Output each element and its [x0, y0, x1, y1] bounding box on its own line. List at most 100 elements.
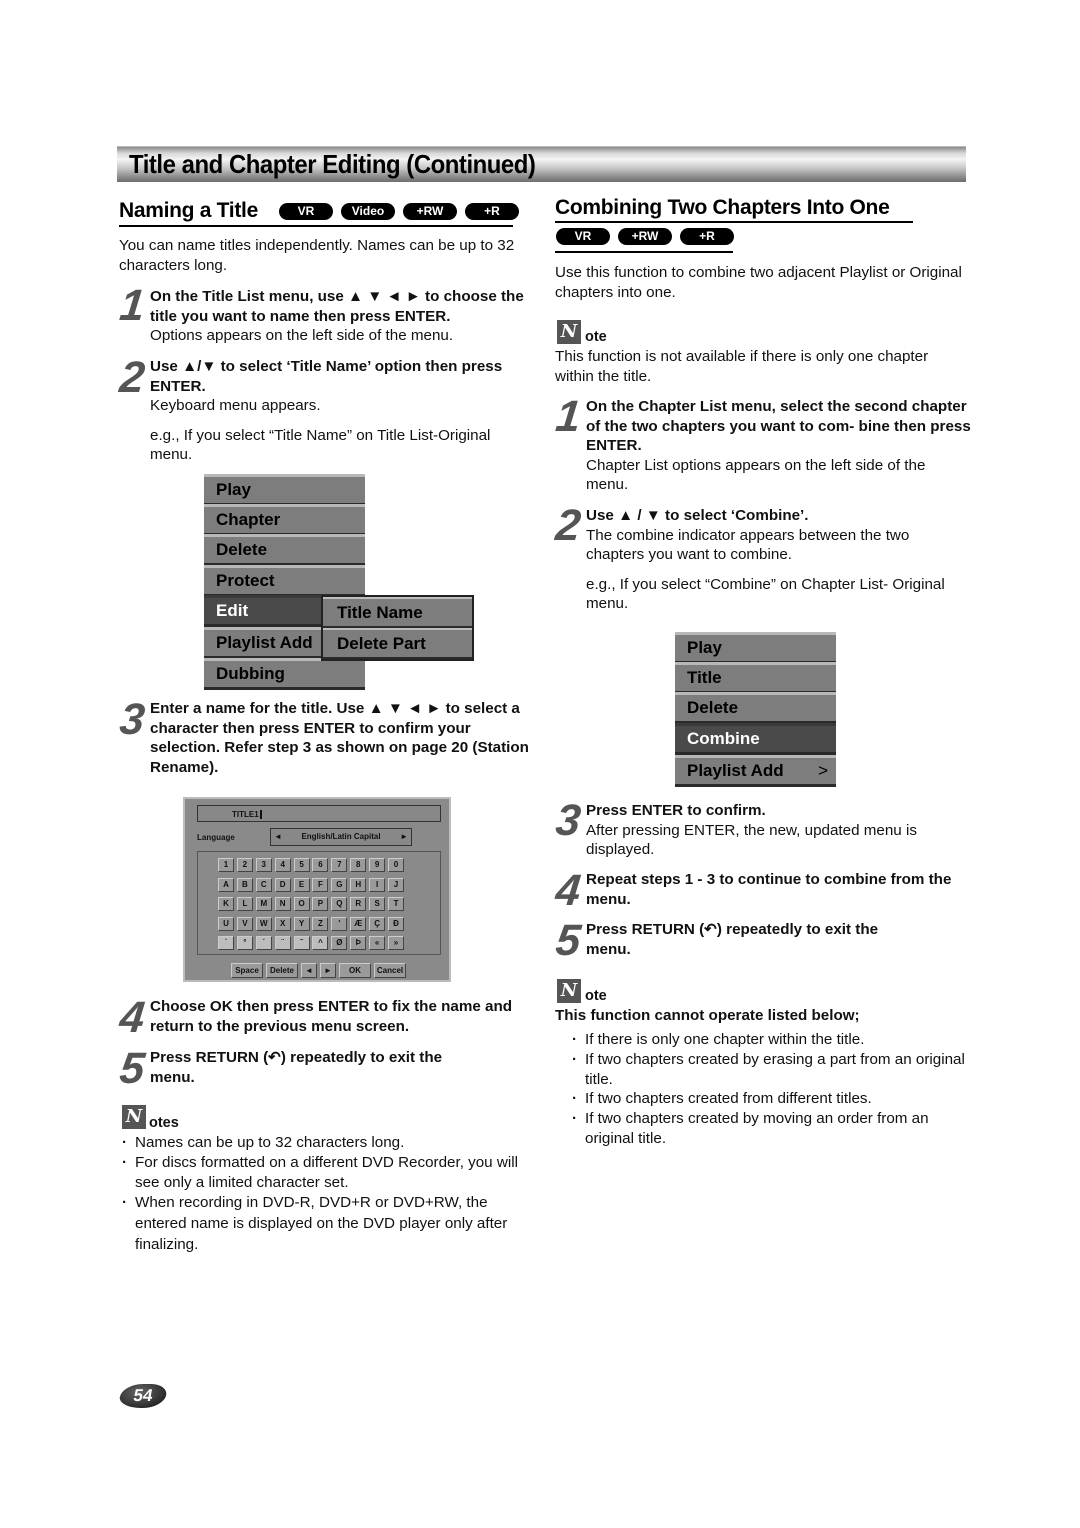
- keyboard-key[interactable]: L: [236, 897, 253, 911]
- menu-item-play[interactable]: Play: [675, 632, 836, 664]
- keyboard-key[interactable]: 5: [293, 858, 310, 872]
- menu-item-playlist-add[interactable]: Playlist Add >: [675, 755, 836, 787]
- keyboard-key[interactable]: U: [218, 916, 234, 931]
- submenu-item-title-name[interactable]: Title Name: [323, 597, 472, 628]
- text-cursor: ​: [259, 810, 262, 819]
- menu-item-title[interactable]: Title: [675, 662, 836, 694]
- keyboard-key[interactable]: ´: [255, 936, 272, 950]
- step-instruction: Press ENTER to confirm.: [586, 802, 766, 819]
- note-item: For discs formatted on a different DVD R…: [120, 1153, 535, 1193]
- step-3: Enter a name for the title. Use ▲ ▼ ◄ ► …: [150, 700, 529, 776]
- keyboard-row: KLMNOPQRST: [218, 897, 407, 911]
- left-arrow-icon[interactable]: ◄: [274, 829, 282, 845]
- keyboard-key[interactable]: W: [255, 916, 272, 931]
- cursor-right-button[interactable]: ►: [320, 963, 336, 978]
- keyboard-key[interactable]: M: [255, 897, 272, 911]
- keyboard-key[interactable]: 1: [218, 858, 234, 872]
- menu-item-combine[interactable]: Combine: [675, 723, 836, 755]
- keyboard-key[interactable]: ¨: [274, 936, 291, 950]
- right-arrow-icon[interactable]: ►: [400, 829, 408, 845]
- title-name-value: TITLE1: [232, 810, 259, 819]
- keyboard-key[interactable]: G: [331, 877, 348, 892]
- menu-item-dubbing[interactable]: Dubbing: [204, 658, 365, 690]
- keyboard-key[interactable]: 9: [369, 858, 386, 872]
- submenu-item-delete-part[interactable]: Delete Part: [323, 628, 472, 659]
- keyboard-key[interactable]: H: [350, 877, 367, 892]
- menu-item-play[interactable]: Play: [204, 474, 365, 506]
- language-selector[interactable]: ◄ English/Latin Capital ►: [270, 828, 412, 846]
- keyboard-key[interactable]: Ð: [388, 916, 405, 931]
- keyboard-key[interactable]: Æ: [350, 916, 367, 931]
- keyboard-key[interactable]: S: [369, 897, 386, 911]
- delete-button[interactable]: Delete: [266, 963, 298, 978]
- language-label: Language: [197, 833, 235, 842]
- keyboard-key[interactable]: ': [331, 916, 348, 931]
- step-number: 5: [117, 1044, 148, 1093]
- keyboard-key[interactable]: E: [293, 877, 310, 892]
- keyboard-key[interactable]: °: [236, 936, 253, 950]
- keyboard-key[interactable]: «: [369, 936, 386, 950]
- title-name-field[interactable]: TITLE1​: [197, 805, 441, 822]
- keyboard-key[interactable]: Ø: [331, 936, 348, 950]
- keyboard-key[interactable]: P: [312, 897, 329, 911]
- keyboard-key[interactable]: X: [274, 916, 291, 931]
- keyboard-key[interactable]: ^: [312, 936, 329, 950]
- badge-rule: [555, 251, 733, 253]
- keyboard-key[interactable]: R: [350, 897, 367, 911]
- keyboard-key[interactable]: 8: [350, 858, 367, 872]
- keyboard-key[interactable]: D: [274, 877, 291, 892]
- keyboard-key[interactable]: Z: [312, 916, 329, 931]
- step-number: 5: [553, 916, 584, 965]
- step-instruction: Use ▲ / ▼ to select ‘Combine’.: [586, 507, 809, 524]
- edit-submenu: Title Name Delete Part: [321, 595, 474, 661]
- keyboard-key[interactable]: 7: [331, 858, 348, 872]
- step-detail: The combine indicator appears between th…: [586, 526, 910, 564]
- keyboard-key[interactable]: 4: [274, 858, 291, 872]
- keyboard-menu: TITLE1​ Language ◄ English/Latin Capital…: [183, 797, 451, 982]
- keyboard-key[interactable]: V: [236, 916, 253, 931]
- keyboard-key[interactable]: K: [218, 897, 234, 911]
- keyboard-key[interactable]: 0: [388, 858, 405, 872]
- menu-item-delete[interactable]: Delete: [204, 534, 365, 566]
- menu-item-delete[interactable]: Delete: [675, 692, 836, 724]
- keyboard-key[interactable]: I: [369, 877, 386, 892]
- keyboard-key[interactable]: `: [218, 936, 234, 950]
- note-item: Names can be up to 32 characters long.: [120, 1133, 535, 1153]
- keyboard-key[interactable]: A: [218, 877, 234, 892]
- keyboard-key[interactable]: 2: [236, 858, 253, 872]
- keyboard-key[interactable]: 3: [255, 858, 272, 872]
- cursor-left-button[interactable]: ◄: [301, 963, 317, 978]
- menu-item-chapter[interactable]: Chapter: [204, 504, 365, 536]
- keyboard-key[interactable]: J: [388, 877, 405, 892]
- space-button[interactable]: Space: [231, 963, 263, 978]
- keyboard-key[interactable]: Þ: [350, 936, 367, 950]
- keyboard-key[interactable]: Ç: [369, 916, 386, 931]
- badge-vr: VR: [556, 228, 610, 245]
- step-instruction: Use ▲/▼ to select ‘Title Name’ option th…: [150, 358, 503, 395]
- page-header-bar: Title and Chapter Editing (Continued): [117, 146, 966, 182]
- ok-button[interactable]: OK: [339, 963, 371, 978]
- keyboard-key[interactable]: C: [255, 877, 272, 892]
- step-number: 4: [553, 866, 584, 915]
- keyboard-key[interactable]: »: [388, 936, 405, 950]
- keyboard-key[interactable]: N: [274, 897, 291, 911]
- step-2: Use ▲/▼ to select ‘Title Name’ option th…: [150, 357, 535, 465]
- keyboard-key[interactable]: B: [236, 877, 253, 892]
- note-label: ote: [585, 988, 607, 1004]
- keyboard-key[interactable]: Q: [331, 897, 348, 911]
- menu-item-protect[interactable]: Protect: [204, 565, 365, 597]
- keyboard-key[interactable]: 6: [312, 858, 329, 872]
- note-label: ote: [585, 329, 607, 345]
- cancel-button[interactable]: Cancel: [374, 963, 406, 978]
- keyboard-key[interactable]: O: [293, 897, 310, 911]
- keyboard-key[interactable]: T: [388, 897, 405, 911]
- note-item: If there is only one chapter within the …: [570, 1030, 970, 1050]
- keyboard-row: 1234567890: [218, 858, 407, 872]
- keyboard-key[interactable]: F: [312, 877, 329, 892]
- keyboard-buttons: Space Delete ◄ ► OK Cancel: [231, 963, 409, 978]
- section-rule: [119, 225, 513, 227]
- keyboard-key[interactable]: ˜: [293, 936, 310, 950]
- keyboard-key[interactable]: Y: [293, 916, 310, 931]
- step-number: 3: [117, 695, 148, 744]
- step-3: Press ENTER to confirm. After pressing E…: [586, 801, 971, 860]
